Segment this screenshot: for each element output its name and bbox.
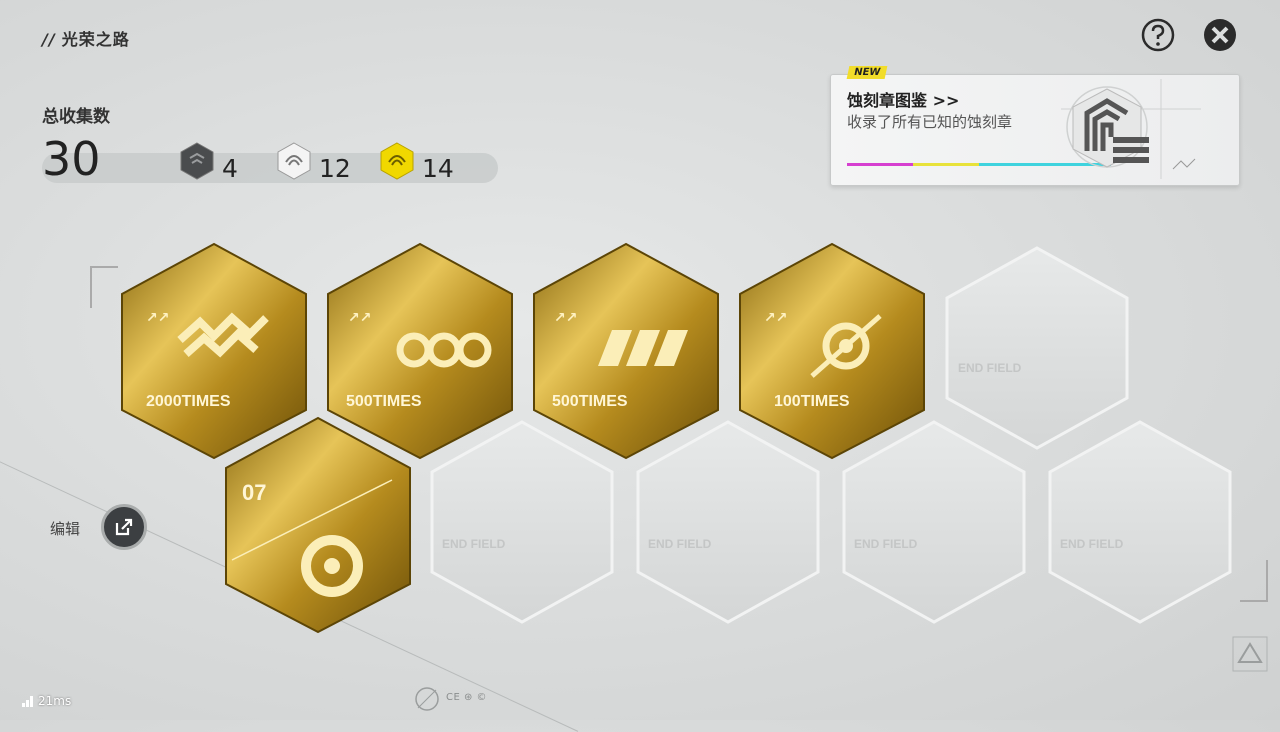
medal-grid: END FIELD END FIELD END FIELD END FIELD … xyxy=(121,242,1232,634)
medal-100-times[interactable]: ↗↗ 100TIMES xyxy=(739,242,925,460)
empty-slot[interactable]: END FIELD xyxy=(430,420,614,624)
empty-slot-logo: END FIELD xyxy=(958,361,1022,375)
empty-slot[interactable]: END FIELD xyxy=(945,246,1129,450)
arrow-glyph: ↗↗ xyxy=(348,310,371,326)
empty-slot-logo: END FIELD xyxy=(442,537,506,551)
medal-500-times-b[interactable]: ↗↗ 500TIMES xyxy=(533,242,719,460)
arrow-glyph: ↗↗ xyxy=(146,310,169,326)
medal-500-times-a[interactable]: ↗↗ 500TIMES xyxy=(327,242,513,460)
medal-caption: 500TIMES xyxy=(552,393,628,410)
empty-slot-logo: END FIELD xyxy=(648,537,712,551)
signal-icon xyxy=(22,695,33,707)
empty-slot[interactable]: END FIELD xyxy=(636,420,820,624)
latency-value: 21ms xyxy=(38,694,72,708)
medal-caption: 2000TIMES xyxy=(146,393,231,410)
edit-button[interactable] xyxy=(101,504,147,550)
empty-slot-logo: END FIELD xyxy=(1060,537,1124,551)
empty-slot-logo: END FIELD xyxy=(854,537,918,551)
medal-2000-times[interactable]: ↗↗ 2000TIMES xyxy=(121,242,307,460)
triangle-badge-icon xyxy=(1232,636,1268,672)
medal-caption: 500TIMES xyxy=(346,393,422,410)
arrow-glyph: ↗↗ xyxy=(554,310,577,326)
medal-caption: 100TIMES xyxy=(774,393,850,410)
empty-slot[interactable]: END FIELD xyxy=(1048,420,1232,624)
arrow-glyph: ↗↗ xyxy=(764,310,787,326)
latency-indicator: 21ms xyxy=(22,694,71,708)
edit-icon xyxy=(115,518,133,536)
brand-marks: CE ⊛ © xyxy=(446,692,488,703)
medal-level-number: 07 xyxy=(242,480,266,505)
medal-level-07[interactable]: 07 xyxy=(225,416,411,634)
circle-decor-icon xyxy=(415,687,439,711)
new-badge: NEW xyxy=(846,66,888,79)
empty-slot[interactable]: END FIELD xyxy=(842,420,1026,624)
edit-label: 编辑 xyxy=(50,520,81,538)
